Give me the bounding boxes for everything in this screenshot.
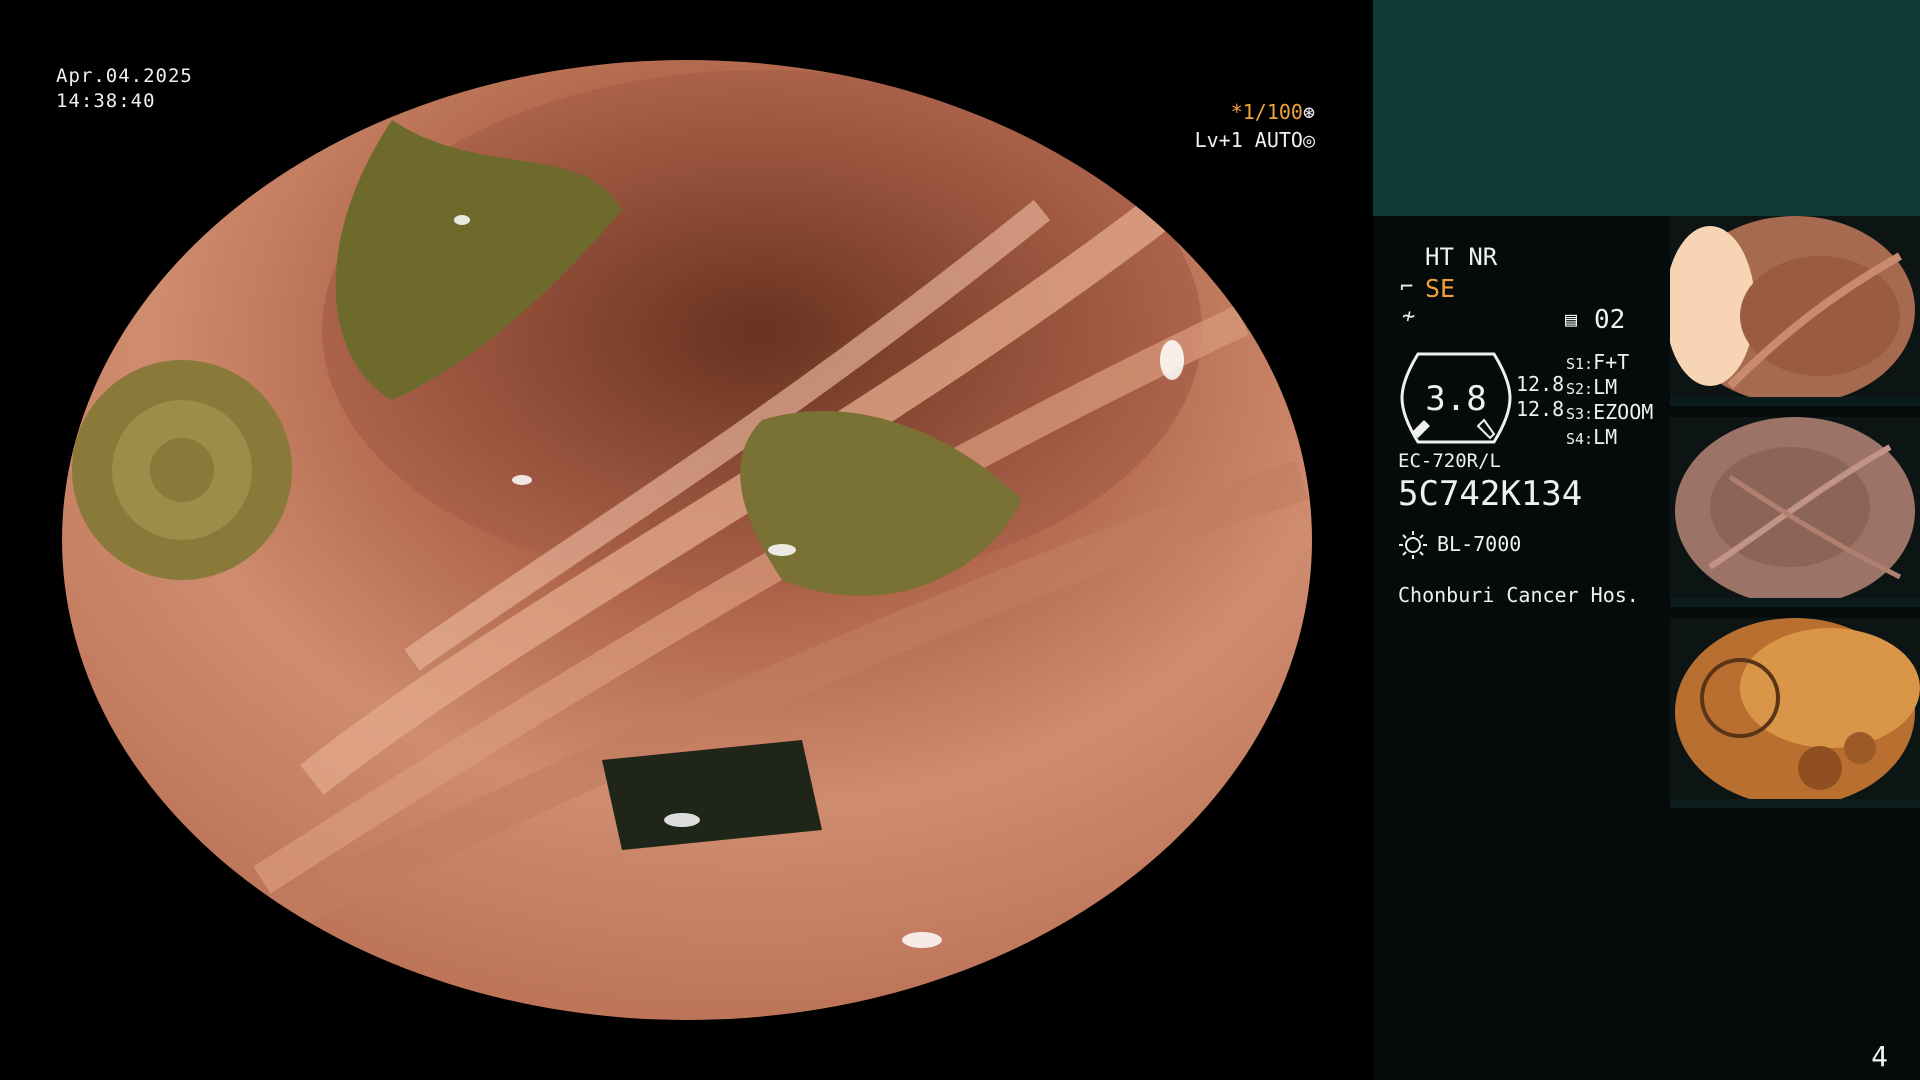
time-text: 14:38:40 (56, 90, 156, 112)
scope-serial: 5C742K134 (1398, 474, 1583, 514)
scope-model: EC-720R/L (1398, 450, 1501, 472)
captured-thumbnail[interactable] (1670, 216, 1920, 406)
date-text: Apr.04.2025 (56, 65, 193, 87)
shutter-readout: *1/100⊛ (1231, 100, 1315, 124)
switch-label: S2: (1566, 380, 1594, 398)
light-source-icon (1399, 531, 1427, 559)
switch-label: S1: (1566, 355, 1594, 373)
value-bottom: 12.8 (1516, 397, 1565, 421)
thumbnail-caption-bar (1670, 397, 1920, 406)
memory-label: 02 (1594, 305, 1626, 335)
shutter-value: *1/100 (1230, 100, 1303, 124)
endoscopic-image (62, 60, 1312, 1020)
structure-enhance-mode: SE (1425, 274, 1456, 303)
hospital-name: Chonburi Cancer Hos. (1398, 583, 1639, 607)
level-value: Lv+1 AUTO (1194, 128, 1303, 152)
brightness-level-readout: Lv+1 AUTO◎ (1195, 128, 1315, 152)
switch-s2: S2:LM (1566, 375, 1617, 400)
info-panel-header (1373, 0, 1920, 216)
page-number: 4 (1871, 1040, 1888, 1073)
switch-value: F+T (1593, 350, 1630, 374)
color-enhance-icon: ≁ (1402, 304, 1416, 329)
switch-label: S3: (1566, 405, 1594, 423)
switch-s1: S1:F+T (1566, 350, 1629, 375)
structure-enhance-icon: ⌐ (1400, 275, 1414, 300)
zoom-dial: 3.8 (1400, 352, 1512, 444)
memory-icon: ▤ (1565, 307, 1578, 331)
value-top: 12.8 (1516, 372, 1565, 396)
switch-value: EZOOM (1593, 400, 1654, 424)
thumbnail-caption-bar (1670, 598, 1920, 607)
datetime-readout: Apr.04.2025 14:38:40 (56, 64, 193, 114)
captured-thumbnail[interactable] (1670, 618, 1920, 808)
switch-label: S4: (1566, 430, 1594, 448)
aperture-icon: ⊛ (1302, 100, 1315, 124)
enhancement-mode: HT NR (1425, 243, 1498, 271)
switch-value: LM (1593, 375, 1618, 399)
captured-thumbnail[interactable] (1670, 417, 1920, 607)
zoom-value: 3.8 (1425, 379, 1486, 419)
light-source-model: BL-7000 (1437, 532, 1522, 556)
switch-value: LM (1593, 425, 1618, 449)
switch-s4: S4:LM (1566, 425, 1617, 450)
target-icon: ◎ (1302, 128, 1315, 152)
thumbnail-caption-bar (1670, 799, 1920, 808)
switch-s3: S3:EZOOM (1566, 400, 1653, 425)
